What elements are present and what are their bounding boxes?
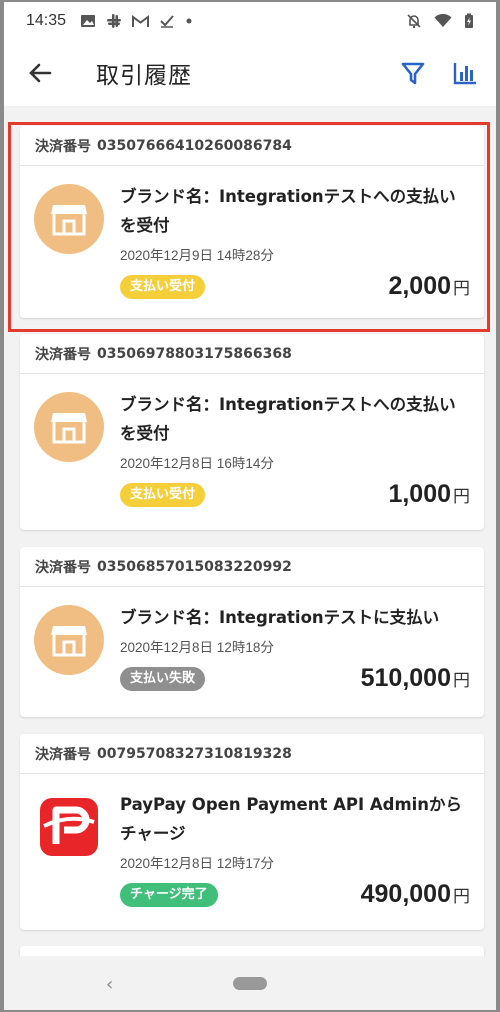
- payment-number: 00795708327310819328: [97, 745, 292, 762]
- notification-icons: [80, 13, 193, 29]
- transaction-card[interactable]: 決済番号 03506857015083220992 ブランド名：Integrat…: [20, 547, 484, 717]
- nav-home-pill[interactable]: [233, 976, 267, 990]
- transaction-body: PayPay Open Payment API Adminからチャージ 2020…: [20, 774, 484, 909]
- currency-unit: 円: [453, 887, 470, 907]
- transaction-list: 決済番号 03507666410260086784 ブランド名：Integrat…: [4, 106, 496, 986]
- battery-icon: [465, 13, 473, 28]
- slack-icon: [107, 14, 122, 28]
- payment-number-row: 決済番号 03506978803175866368: [20, 334, 484, 374]
- transaction-datetime: 2020年12月8日 12時17分: [120, 856, 274, 871]
- check-icon: [160, 15, 174, 28]
- transaction-amount: 510,000 円: [361, 664, 470, 693]
- app-bar: 取引履歴: [4, 40, 496, 106]
- status-bar: 14:35: [4, 2, 496, 40]
- payment-number-label: 決済番号: [35, 746, 91, 763]
- wifi-icon: [434, 14, 452, 27]
- store-icon: [51, 413, 87, 444]
- currency-unit: 円: [453, 671, 470, 691]
- transaction-description: ブランド名：Integrationテストへの支払いを受付: [120, 395, 456, 443]
- transaction-description: ブランド名：Integrationテストへの支払いを受付: [120, 187, 456, 235]
- status-badge: 支払い受付: [120, 274, 206, 299]
- app-bar-actions: [400, 60, 478, 86]
- transaction-datetime: 2020年12月8日 12時18分: [120, 640, 274, 655]
- status-amount-row: 支払い受付 1,000 円: [120, 480, 470, 509]
- page-title: 取引履歴: [96, 63, 192, 89]
- transaction-body: ブランド名：Integrationテストに支払い 2020年12月8日 12時1…: [20, 587, 484, 693]
- arrow-left-icon: [29, 63, 52, 83]
- store-avatar: [34, 605, 104, 675]
- back-button[interactable]: [4, 63, 76, 83]
- transaction-body: ブランド名：Integrationテストへの支払いを受付 2020年12月8日 …: [20, 374, 484, 509]
- phone-screen: 14:35 取引履歴 決済番号 03507666410260086784 ブラン…: [4, 2, 496, 1010]
- transaction-description: PayPay Open Payment API Adminからチャージ: [120, 795, 463, 843]
- paypay-avatar: [34, 792, 104, 862]
- payment-number: 03506857015083220992: [97, 558, 292, 575]
- paypay-icon: [40, 798, 98, 856]
- payment-number-row: 決済番号 00795708327310819328: [20, 734, 484, 774]
- system-icons: [406, 13, 474, 29]
- payment-number-label: 決済番号: [35, 138, 91, 155]
- payment-number: 03506978803175866368: [97, 345, 292, 362]
- status-amount-row: チャージ完了 490,000 円: [120, 880, 470, 909]
- store-avatar: [34, 184, 104, 254]
- transaction-card[interactable]: 決済番号 00795708327310819328 PayPay Open Pa…: [20, 734, 484, 930]
- status-time: 14:35: [26, 12, 67, 29]
- transaction-card[interactable]: 決済番号 03506978803175866368 ブランド名：Integrat…: [20, 334, 484, 530]
- store-icon: [51, 626, 87, 657]
- payment-number-label: 決済番号: [35, 559, 91, 576]
- payment-number-row: 決済番号 03506857015083220992: [20, 547, 484, 587]
- bell-off-icon: [407, 14, 421, 29]
- status-badge: チャージ完了: [120, 882, 218, 907]
- transaction-amount: 490,000 円: [361, 880, 470, 909]
- payment-number-row: 決済番号 03507666410260086784: [20, 126, 484, 166]
- photo-icon: [81, 15, 96, 27]
- gmail-icon: [132, 14, 150, 27]
- currency-unit: 円: [453, 279, 470, 299]
- amount-value: 1,000: [388, 480, 451, 508]
- filter-icon[interactable]: [400, 60, 426, 86]
- transaction-amount: 2,000 円: [388, 272, 470, 301]
- store-icon: [51, 205, 87, 236]
- status-amount-row: 支払い受付 2,000 円: [120, 272, 470, 301]
- transaction-datetime: 2020年12月9日 14時28分: [120, 248, 274, 263]
- transaction-amount: 1,000 円: [388, 480, 470, 509]
- payment-number: 03507666410260086784: [97, 137, 292, 154]
- status-badge: 支払い失敗: [120, 666, 206, 691]
- transaction-card[interactable]: 決済番号 03507666410260086784 ブランド名：Integrat…: [20, 126, 484, 318]
- store-avatar: [34, 392, 104, 462]
- system-nav-bar: ‹: [4, 956, 496, 1010]
- status-amount-row: 支払い失敗 510,000 円: [120, 664, 470, 693]
- dot-icon: [186, 18, 192, 24]
- amount-value: 510,000: [360, 664, 451, 692]
- amount-value: 490,000: [360, 880, 451, 908]
- payment-number-label: 決済番号: [35, 346, 91, 363]
- nav-back-icon[interactable]: ‹: [106, 974, 113, 995]
- status-badge: 支払い受付: [120, 482, 206, 507]
- amount-value: 2,000: [388, 272, 451, 300]
- transaction-body: ブランド名：Integrationテストへの支払いを受付 2020年12月9日 …: [20, 166, 484, 301]
- transaction-description: ブランド名：Integrationテストに支払い: [120, 608, 440, 627]
- bar-chart-icon[interactable]: [452, 60, 478, 86]
- transaction-datetime: 2020年12月8日 16時14分: [120, 456, 274, 471]
- currency-unit: 円: [453, 487, 470, 507]
